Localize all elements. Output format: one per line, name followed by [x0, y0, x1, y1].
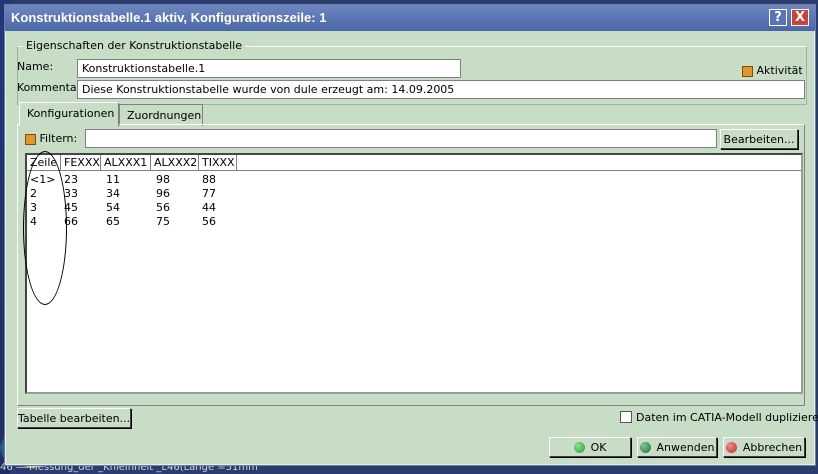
column-header-alxxx2[interactable]: ALXXX2: [151, 155, 199, 171]
column-header-tixxx[interactable]: TIXXX: [199, 155, 237, 171]
title-bar[interactable]: Konstruktionstabelle.1 aktiv, Konfigurat…: [5, 5, 815, 31]
table-cell: 77: [202, 187, 216, 200]
apply-label: Anwenden: [656, 440, 715, 454]
table-cell: 56: [156, 201, 170, 214]
tab-konfigurationen[interactable]: Konfigurationen: [19, 102, 119, 126]
window-title: Konstruktionstabelle.1 aktiv, Konfigurat…: [11, 10, 327, 25]
table-cell: 75: [156, 215, 170, 228]
tab-zuordnungen-label: Zuordnungen: [127, 109, 202, 122]
comment-field[interactable]: Diese Konstruktionstabelle wurde von dul…: [77, 80, 805, 99]
table-cell: 88: [202, 173, 216, 186]
filter-edit-label: Bearbeiten...: [723, 132, 795, 146]
table-cell: 33: [64, 187, 78, 200]
apply-icon: [639, 441, 651, 453]
cancel-label: Abbrechen: [742, 440, 803, 454]
edit-table-label: Tabelle bearbeiten...: [17, 411, 131, 425]
table-cell: 54: [106, 201, 120, 214]
filter-label: Filtern:: [39, 132, 78, 145]
duplicate-data-checkbox[interactable]: [620, 411, 632, 423]
duplicate-data-label: Daten im CATIA-Modell duplizieren: [636, 411, 818, 424]
help-button[interactable]: ?: [769, 9, 787, 26]
cancel-icon: [725, 441, 737, 453]
table-cell: 44: [202, 201, 216, 214]
ok-icon: [573, 441, 585, 453]
comment-label: Kommentar:: [17, 81, 85, 94]
apply-button[interactable]: Anwenden: [637, 437, 717, 457]
table-cell: 34: [106, 187, 120, 200]
close-icon: X: [794, 10, 806, 25]
column-header-alxxx1[interactable]: ALXXX1: [101, 155, 151, 171]
table-header-divider: [27, 170, 801, 171]
activity-toggle[interactable]: Aktivität: [742, 64, 803, 77]
help-icon: ?: [774, 10, 782, 25]
design-table-dialog: Konstruktionstabelle.1 aktiv, Konfigurat…: [4, 4, 818, 466]
name-label: Name:: [17, 60, 54, 73]
filter-icon: [25, 133, 36, 145]
configuration-table[interactable]: Zeile FEXXX ALXXX1 ALXXX2 TIXXX <1> 23 1…: [25, 153, 803, 394]
cancel-button[interactable]: Abbrechen: [723, 437, 805, 457]
tab-zuordnungen[interactable]: Zuordnungen: [119, 104, 203, 126]
tab-konfigurationen-label: Konfigurationen: [27, 107, 115, 120]
highlight-ellipse-annotation: [23, 151, 67, 305]
activity-icon: [742, 65, 753, 77]
filter-toggle[interactable]: Filtern:: [25, 132, 77, 145]
edit-table-button[interactable]: Tabelle bearbeiten...: [17, 408, 131, 428]
ok-button[interactable]: OK: [549, 437, 631, 457]
table-cell: 65: [106, 215, 120, 228]
filter-edit-button[interactable]: Bearbeiten...: [720, 129, 798, 149]
table-cell: 56: [202, 215, 216, 228]
column-header-fexxx[interactable]: FEXXX: [61, 155, 101, 171]
properties-group-label: Eigenschaften der Konstruktionstabelle: [23, 39, 245, 52]
table-cell: 23: [64, 173, 78, 186]
table-cell: 96: [156, 187, 170, 200]
ok-label: OK: [590, 440, 607, 454]
table-cell: 11: [106, 173, 120, 186]
filter-input[interactable]: [85, 129, 717, 148]
activity-label: Aktivität: [756, 64, 803, 77]
table-cell: 98: [156, 173, 170, 186]
name-field[interactable]: Konstruktionstabelle.1: [77, 59, 461, 78]
close-button[interactable]: X: [791, 9, 809, 26]
